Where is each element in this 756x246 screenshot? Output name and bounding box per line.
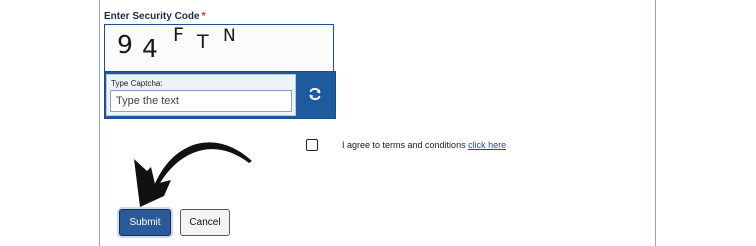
panel-right-border <box>655 0 656 246</box>
agree-terms-checkbox[interactable] <box>306 139 318 151</box>
captcha-input[interactable] <box>110 90 292 112</box>
submit-button[interactable]: Submit <box>119 209 171 236</box>
captcha-form-page: Enter Security Code * 9 4 F T N Type Capt… <box>0 0 756 246</box>
agree-terms-label: I agree to terms and conditions <box>342 140 466 150</box>
captcha-input-group: Type Captcha: <box>106 74 296 116</box>
captcha-char: N <box>223 26 236 46</box>
refresh-captcha-button[interactable] <box>300 78 330 110</box>
panel-left-border <box>99 0 100 246</box>
agree-terms-text: I agree to terms and conditions click he… <box>342 140 506 150</box>
captcha-char: 4 <box>142 34 158 63</box>
captcha-image: 9 4 F T N <box>104 24 334 72</box>
refresh-icon <box>309 87 321 101</box>
captcha-input-label: Type Captcha: <box>111 79 163 88</box>
security-code-label: Enter Security Code * <box>104 11 206 22</box>
required-marker: * <box>201 11 206 22</box>
captcha-char: F <box>173 24 184 46</box>
captcha-char: 9 <box>117 30 133 59</box>
captcha-char: T <box>197 31 209 53</box>
terms-link[interactable]: click here <box>468 140 506 150</box>
security-code-label-text: Enter Security Code <box>104 11 200 22</box>
cancel-button[interactable]: Cancel <box>180 209 230 236</box>
